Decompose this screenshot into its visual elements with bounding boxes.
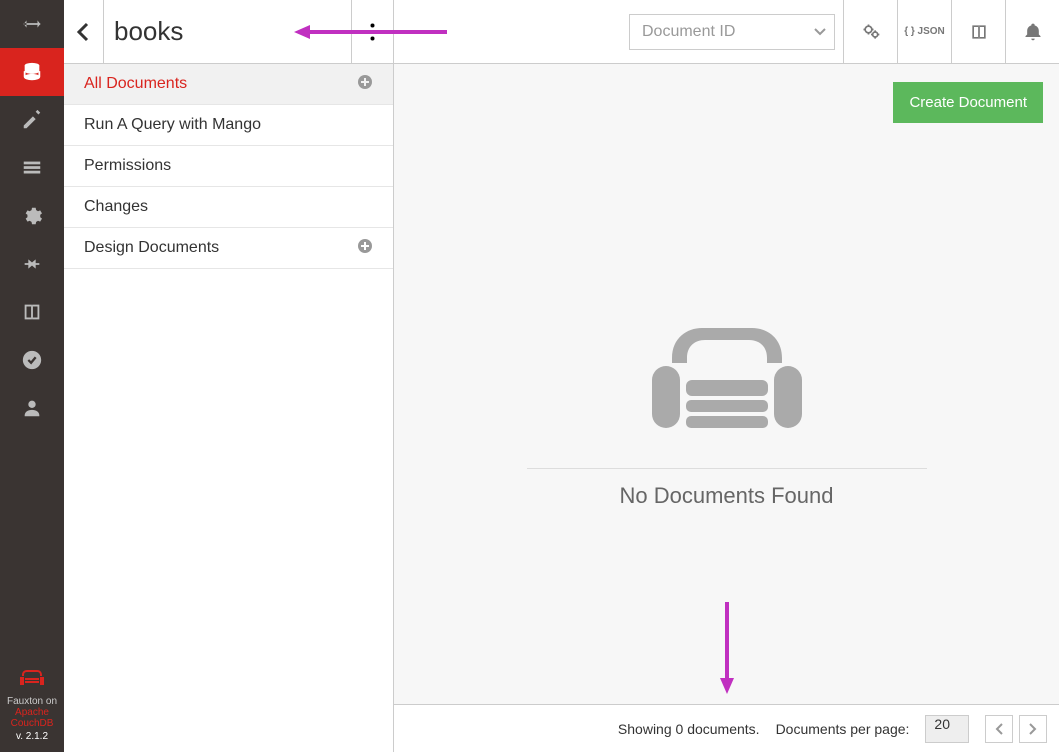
document-id-search[interactable]: Document ID xyxy=(629,14,835,50)
content-area: Create Document No Documents Found xyxy=(394,64,1059,752)
nav-footer: Fauxton on Apache CouchDB v. 2.1.2 xyxy=(0,667,64,752)
nav-user-icon[interactable] xyxy=(0,384,64,432)
menu-run-query[interactable]: Run A Query with Mango xyxy=(64,105,393,146)
annotation-arrow-left-icon xyxy=(292,22,452,42)
chevron-right-icon xyxy=(1029,723,1037,735)
nav-active-tasks-icon[interactable] xyxy=(0,144,64,192)
menu-item-label: Changes xyxy=(84,198,148,216)
footer-fauxton-label: Fauxton on xyxy=(0,696,64,707)
couch-empty-icon xyxy=(632,318,822,448)
database-title: books xyxy=(104,0,352,63)
database-title-text: books xyxy=(114,16,183,47)
side-menu: All Documents Run A Query with Mango Per… xyxy=(64,64,394,752)
menu-all-documents[interactable]: All Documents xyxy=(64,64,393,105)
per-page-label: Documents per page: xyxy=(776,721,910,737)
document-id-placeholder: Document ID xyxy=(642,23,735,41)
menu-item-label: Permissions xyxy=(84,157,171,175)
caret-down-icon xyxy=(814,28,826,36)
nav-expand-icon[interactable] xyxy=(0,0,64,48)
nav-verify-icon[interactable] xyxy=(0,336,64,384)
chevron-left-icon xyxy=(995,723,1003,735)
plus-icon[interactable] xyxy=(357,74,373,95)
showing-count: Showing 0 documents. xyxy=(618,721,760,737)
footer-apache-label: Apache xyxy=(0,707,64,718)
couch-logo-icon xyxy=(0,667,64,690)
json-view-button[interactable]: { } JSON xyxy=(897,0,951,63)
notifications-button[interactable] xyxy=(1005,0,1059,63)
footer-version-label: v. 2.1.2 xyxy=(0,731,64,742)
menu-design-documents[interactable]: Design Documents xyxy=(64,228,393,269)
nav-documentation-icon[interactable] xyxy=(0,288,64,336)
footer-couchdb-label: CouchDB xyxy=(0,718,64,729)
nav-rail: Fauxton on Apache CouchDB v. 2.1.2 xyxy=(0,0,64,752)
nav-databases-icon[interactable] xyxy=(0,48,64,96)
back-button[interactable] xyxy=(64,0,104,63)
empty-message: No Documents Found xyxy=(620,483,834,509)
prev-page-button[interactable] xyxy=(985,715,1013,743)
plus-icon[interactable] xyxy=(357,238,373,259)
menu-item-label: All Documents xyxy=(84,75,187,93)
annotation-arrow-down-icon xyxy=(717,600,737,696)
create-document-button[interactable]: Create Document xyxy=(893,82,1043,123)
next-page-button[interactable] xyxy=(1019,715,1047,743)
menu-permissions[interactable]: Permissions xyxy=(64,146,393,187)
nav-setup-icon[interactable] xyxy=(0,96,64,144)
api-docs-button[interactable] xyxy=(951,0,1005,63)
per-page-select[interactable]: 20 xyxy=(925,715,969,743)
nav-replication-icon[interactable] xyxy=(0,240,64,288)
nav-config-icon[interactable] xyxy=(0,192,64,240)
query-options-button[interactable] xyxy=(843,0,897,63)
menu-changes[interactable]: Changes xyxy=(64,187,393,228)
divider xyxy=(527,468,927,469)
menu-item-label: Run A Query with Mango xyxy=(84,116,261,134)
pagination-footer: Showing 0 documents. Documents per page:… xyxy=(394,704,1059,752)
header-bar: books Document ID { } JSON xyxy=(64,0,1059,64)
menu-item-label: Design Documents xyxy=(84,239,219,257)
